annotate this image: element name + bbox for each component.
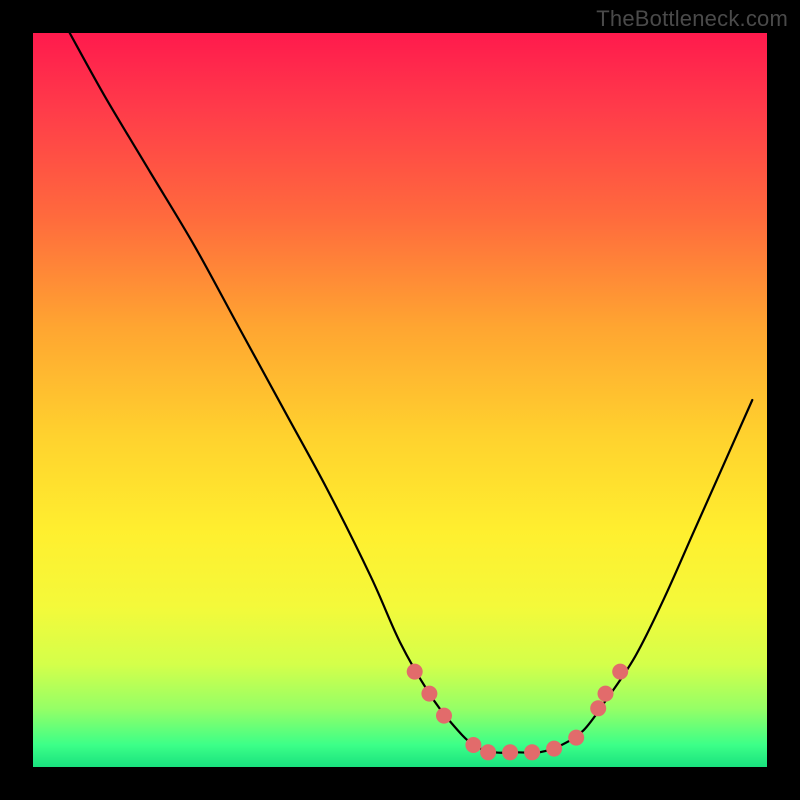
bottleneck-curve bbox=[70, 33, 753, 753]
data-marker bbox=[598, 686, 614, 702]
data-marker bbox=[421, 686, 437, 702]
data-marker bbox=[568, 730, 584, 746]
marker-group bbox=[407, 664, 629, 761]
data-marker bbox=[465, 737, 481, 753]
data-marker bbox=[590, 700, 606, 716]
watermark-text: TheBottleneck.com bbox=[596, 6, 788, 32]
data-marker bbox=[407, 664, 423, 680]
chart-frame: TheBottleneck.com bbox=[0, 0, 800, 800]
data-marker bbox=[612, 664, 628, 680]
data-marker bbox=[436, 708, 452, 724]
data-marker bbox=[502, 744, 518, 760]
data-marker bbox=[546, 741, 562, 757]
chart-svg bbox=[33, 33, 767, 767]
data-marker bbox=[480, 744, 496, 760]
plot-area bbox=[33, 33, 767, 767]
data-marker bbox=[524, 744, 540, 760]
